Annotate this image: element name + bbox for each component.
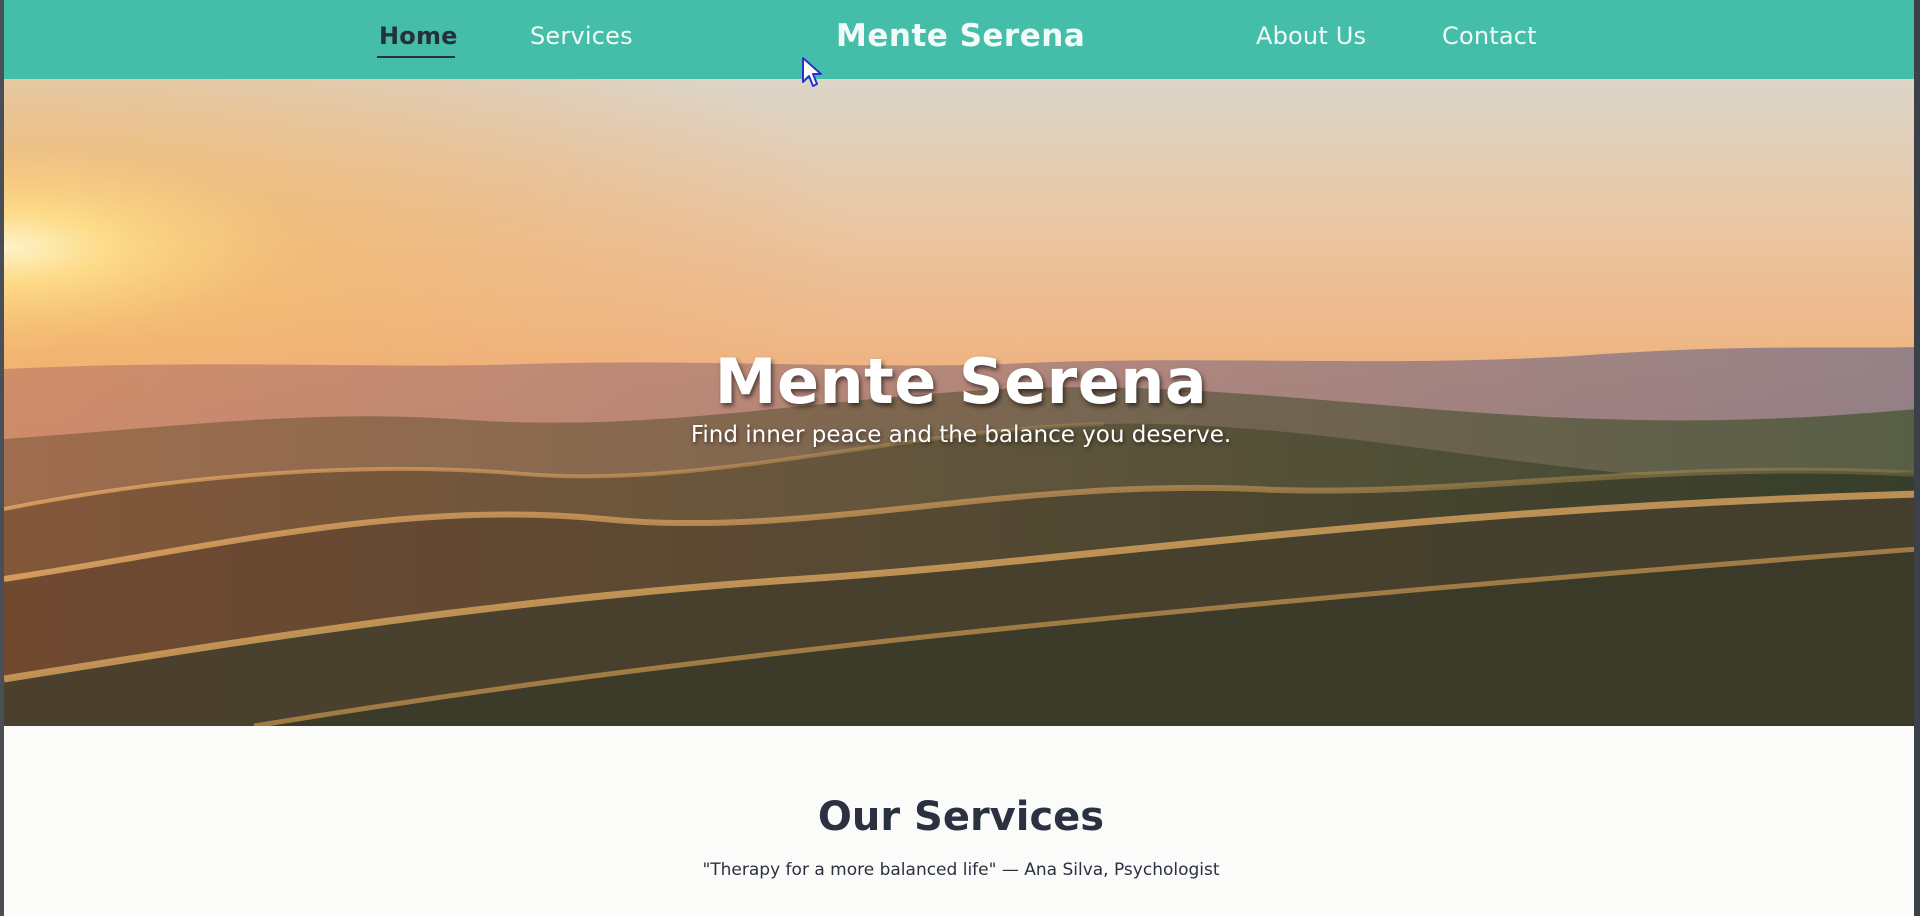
browser-viewport: Home Services Mente Serena About Us Cont… xyxy=(4,0,1918,916)
nav-link-about-us[interactable]: About Us xyxy=(1256,22,1366,50)
top-navbar: Home Services Mente Serena About Us Cont… xyxy=(4,0,1918,79)
brand-logo-text[interactable]: Mente Serena xyxy=(836,18,1085,54)
nav-link-home[interactable]: Home xyxy=(379,22,458,50)
services-quote: "Therapy for a more balanced life" — Ana… xyxy=(702,860,1220,880)
services-heading: Our Services xyxy=(817,794,1105,840)
nav-active-underline xyxy=(377,56,455,58)
hero-subtitle: Find inner peace and the balance you des… xyxy=(690,422,1232,448)
services-section: Our Services "Therapy for a more balance… xyxy=(4,726,1918,916)
nav-link-contact[interactable]: Contact xyxy=(1442,22,1537,50)
window-scrollbar[interactable] xyxy=(1914,0,1920,916)
hero-section: Mente Serena Find inner peace and the ba… xyxy=(4,79,1918,726)
nav-link-services[interactable]: Services xyxy=(530,22,633,50)
hero-title: Mente Serena xyxy=(714,345,1208,418)
arrow-cursor-icon xyxy=(802,57,822,87)
